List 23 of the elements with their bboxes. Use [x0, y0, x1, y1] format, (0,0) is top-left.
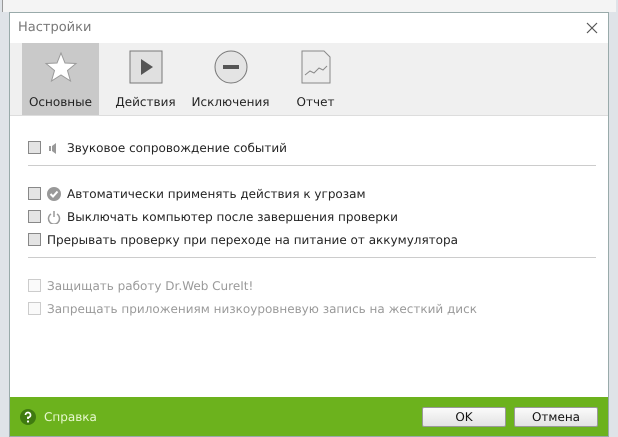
option-label: Автоматически применять действия к угрозам: [67, 186, 366, 202]
checkbox[interactable]: [28, 141, 41, 154]
check-icon: [47, 186, 61, 200]
dialog-button[interactable]: Отмена: [514, 406, 598, 426]
checkbox[interactable]: [28, 210, 41, 223]
help-icon: [20, 408, 36, 424]
play-icon: [128, 49, 164, 85]
power-icon: [47, 210, 61, 224]
tab[interactable]: Основные: [22, 43, 99, 115]
option-label: Выключать компьютер после завершения проверки: [67, 208, 398, 226]
checkbox[interactable]: [28, 187, 41, 200]
option-label: Защищать работу Dr.Web CureIt!: [47, 278, 254, 294]
tab[interactable]: Отчет: [277, 43, 354, 115]
minus-icon: [212, 49, 248, 85]
tab[interactable]: Действия: [107, 43, 184, 115]
close-button[interactable]: [584, 20, 600, 36]
dialog-title: Настройки: [18, 19, 92, 38]
option-label: Прерывать проверку при переходе на питание от аккумулятора: [47, 232, 458, 248]
checkbox[interactable]: [28, 233, 41, 246]
option-label: Звуковое сопровождение событий: [67, 140, 287, 156]
option-label: Запрещать приложениям низкоуровневую запись на жесткий диск: [47, 300, 477, 318]
tab[interactable]: Исключения: [192, 43, 269, 115]
dialog-button[interactable]: OK: [422, 406, 506, 426]
